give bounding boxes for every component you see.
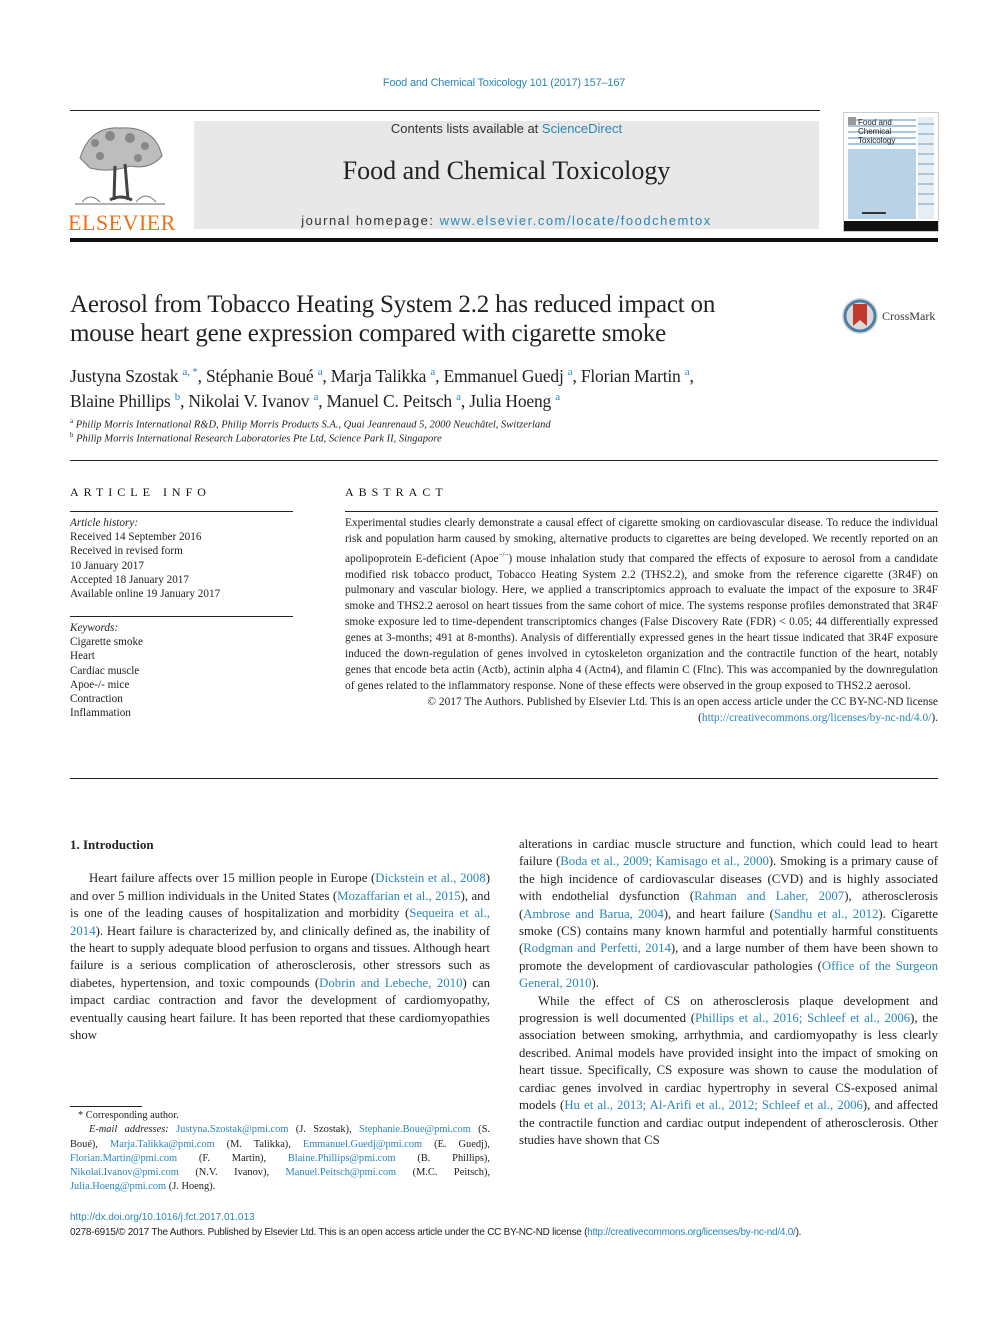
keywords: Keywords: Cigarette smoke Heart Cardiac …	[70, 621, 293, 720]
email-addresses: E-mail addresses: Justyna.Szostak@pmi.co…	[70, 1124, 490, 1193]
keyword: Cardiac muscle	[70, 664, 140, 677]
author[interactable]: Emmanuel Guedj a	[443, 366, 572, 386]
author[interactable]: Nikolai V. Ivanov a	[188, 391, 318, 411]
svg-text:Chemical: Chemical	[858, 127, 892, 136]
body-text: ).	[591, 976, 599, 991]
intro-paragraph-1: Heart failure affects over 15 million pe…	[70, 870, 490, 1044]
citation-link[interactable]: Sandhu et al., 2012	[774, 907, 879, 921]
history-item: Received 14 September 2016	[70, 531, 202, 544]
crossmark-button[interactable]: CrossMark	[840, 296, 940, 336]
elsevier-wordmark: ELSEVIER	[68, 210, 176, 235]
citation-link[interactable]: Hu et al., 2013; Al-Arifi et al., 2012; …	[564, 1098, 863, 1112]
email-link[interactable]: Justyna.Szostak@pmi.com	[176, 1124, 288, 1135]
journal-cover-image: Food and Chemical Toxicology	[844, 113, 938, 231]
body-text: ), the association between smoking, arrh…	[519, 1011, 938, 1113]
citation-link[interactable]: Phillips et al., 2016; Schleef et al., 2…	[695, 1011, 910, 1025]
intro-paragraph-2: While the effect of CS on atherosclerosi…	[519, 993, 938, 1150]
history-item: Available online 19 January 2017	[70, 588, 221, 601]
email-link[interactable]: Marja.Talikka@pmi.com	[110, 1139, 215, 1150]
article-info-heading: ARTICLE INFO	[70, 485, 211, 499]
body-text: Heart failure affects over 15 million pe…	[89, 871, 376, 886]
svg-text:Food and: Food and	[858, 118, 892, 127]
intro-paragraph-1-continued: alterations in cardiac muscle structure …	[519, 836, 938, 993]
email-owner: (E. Guedj),	[422, 1138, 490, 1150]
journal-cover-thumbnail[interactable]: Food and Chemical Toxicology	[843, 112, 939, 232]
keyword: Apoe-/- mice	[70, 678, 130, 691]
citation-link[interactable]: Mozaffarian et al., 2015	[337, 889, 461, 903]
footnotes: * Corresponding author. E-mail addresses…	[70, 1109, 490, 1195]
keyword: Heart	[70, 650, 95, 663]
email-link[interactable]: Blaine.Phillips@pmi.com	[288, 1153, 396, 1164]
keywords-rule	[70, 616, 293, 617]
email-link[interactable]: Emmanuel.Guedj@pmi.com	[303, 1139, 422, 1150]
journal-banner: Contents lists available at ScienceDirec…	[194, 121, 819, 229]
author[interactable]: Stéphanie Boué a	[206, 366, 323, 386]
masthead-bottom-rule	[70, 238, 938, 242]
contents-line: Contents lists available at ScienceDirec…	[390, 121, 623, 136]
journal-reference-link[interactable]: Food and Chemical Toxicology 101 (2017) …	[0, 77, 992, 89]
history-item: Received in revised form	[70, 545, 183, 558]
email-owner: (B. Phillips),	[395, 1152, 490, 1164]
svg-text:Toxicology: Toxicology	[858, 136, 895, 145]
footer-license-link[interactable]: http://creativecommons.org/licenses/by-n…	[587, 1227, 796, 1238]
author-list: Justyna Szostak a, *, Stéphanie Boué a, …	[70, 365, 694, 411]
citation-link[interactable]: Ambrose and Barua, 2004	[523, 907, 663, 921]
author[interactable]: Justyna Szostak a, *	[70, 366, 198, 386]
body-left-column: 1. Introduction Heart failure affects ov…	[70, 836, 490, 1044]
keyword: Inflammation	[70, 707, 131, 720]
article-info-rule	[70, 511, 293, 512]
email-link[interactable]: Manuel.Peitsch@pmi.com	[286, 1167, 397, 1178]
email-link[interactable]: Stephanie.Boue@pmi.com	[359, 1124, 471, 1135]
history-item: Accepted 18 January 2017	[70, 573, 189, 586]
body-text: ), and heart failure (	[663, 906, 774, 921]
author[interactable]: Florian Martin a	[581, 366, 690, 386]
abstract-bottom-rule	[70, 778, 938, 779]
journal-homepage-line: journal homepage: www.elsevier.com/locat…	[301, 213, 712, 228]
citation-link[interactable]: Boda et al., 2009; Kamisago et al., 2000	[560, 854, 769, 868]
masthead-top-rule	[70, 110, 820, 111]
citation-link[interactable]: Rodgman and Perfetti, 2014	[523, 941, 671, 955]
footer-license: 0278-6915/© 2017 The Authors. Published …	[70, 1227, 802, 1238]
keyword: Contraction	[70, 693, 123, 706]
email-owner: (M. Talikka),	[214, 1138, 303, 1150]
section-heading-introduction: 1. Introduction	[70, 837, 154, 852]
history-item: 10 January 2017	[70, 559, 144, 572]
affiliation-a: a Philip Morris International R&D, Phili…	[70, 417, 551, 431]
sciencedirect-link[interactable]: ScienceDirect	[542, 121, 622, 136]
journal-homepage-link[interactable]: www.elsevier.com/locate/foodchemtox	[440, 213, 712, 228]
abstract-body: Experimental studies clearly demonstrate…	[345, 516, 938, 727]
citation-link[interactable]: Rahman and Laher, 2007	[694, 889, 844, 903]
email-owner: (J. Hoeng).	[166, 1181, 216, 1193]
email-link[interactable]: Nikolai.Ivanov@pmi.com	[70, 1167, 179, 1178]
affiliation-b: b Philip Morris International Research L…	[70, 431, 442, 445]
citation-link[interactable]: Dickstein et al., 2008	[375, 871, 485, 885]
crossmark-label: CrossMark	[882, 309, 936, 323]
corresponding-author-note: * Corresponding author.	[78, 1110, 179, 1121]
author[interactable]: Manuel C. Peitsch a	[327, 391, 461, 411]
abstract-text: Experimental studies clearly demonstrate…	[345, 517, 938, 692]
crossmark-icon	[842, 298, 878, 334]
abstract-copyright: © 2017 The Authors. Published by Elsevie…	[427, 695, 938, 724]
citation-link[interactable]: Dobrin and Lebeche, 2010	[319, 976, 462, 990]
article-title: Aerosol from Tobacco Heating System 2.2 …	[70, 291, 716, 347]
affiliation-rule	[70, 460, 938, 461]
email-link[interactable]: Julia.Hoeng@pmi.com	[70, 1181, 166, 1192]
author[interactable]: Marja Talikka a	[331, 366, 436, 386]
email-owner: (M.C. Peitsch),	[396, 1167, 490, 1179]
abstract-heading: ABSTRACT	[345, 485, 448, 499]
keyword: Cigarette smoke	[70, 636, 144, 649]
email-owner: (N.V. Ivanov),	[178, 1167, 286, 1179]
article-history: Article history: Received 14 September 2…	[70, 516, 293, 601]
email-link[interactable]: Florian.Martin@pmi.com	[70, 1153, 177, 1164]
abstract-rule	[345, 511, 938, 512]
doi-link[interactable]: http://dx.doi.org/10.1016/j.fct.2017.01.…	[70, 1212, 255, 1223]
cc-license-link[interactable]: http://creativecommons.org/licenses/by-n…	[702, 712, 931, 724]
journal-title: Food and Chemical Toxicology	[342, 156, 671, 185]
email-owner: (J. Szostak),	[288, 1124, 360, 1136]
author[interactable]: Julia Hoeng a	[469, 391, 560, 411]
author[interactable]: Blaine Phillips b	[70, 391, 180, 411]
footnote-rule	[70, 1106, 142, 1107]
email-owner: (F. Martin),	[177, 1152, 288, 1164]
body-right-column: alterations in cardiac muscle structure …	[519, 836, 938, 1149]
